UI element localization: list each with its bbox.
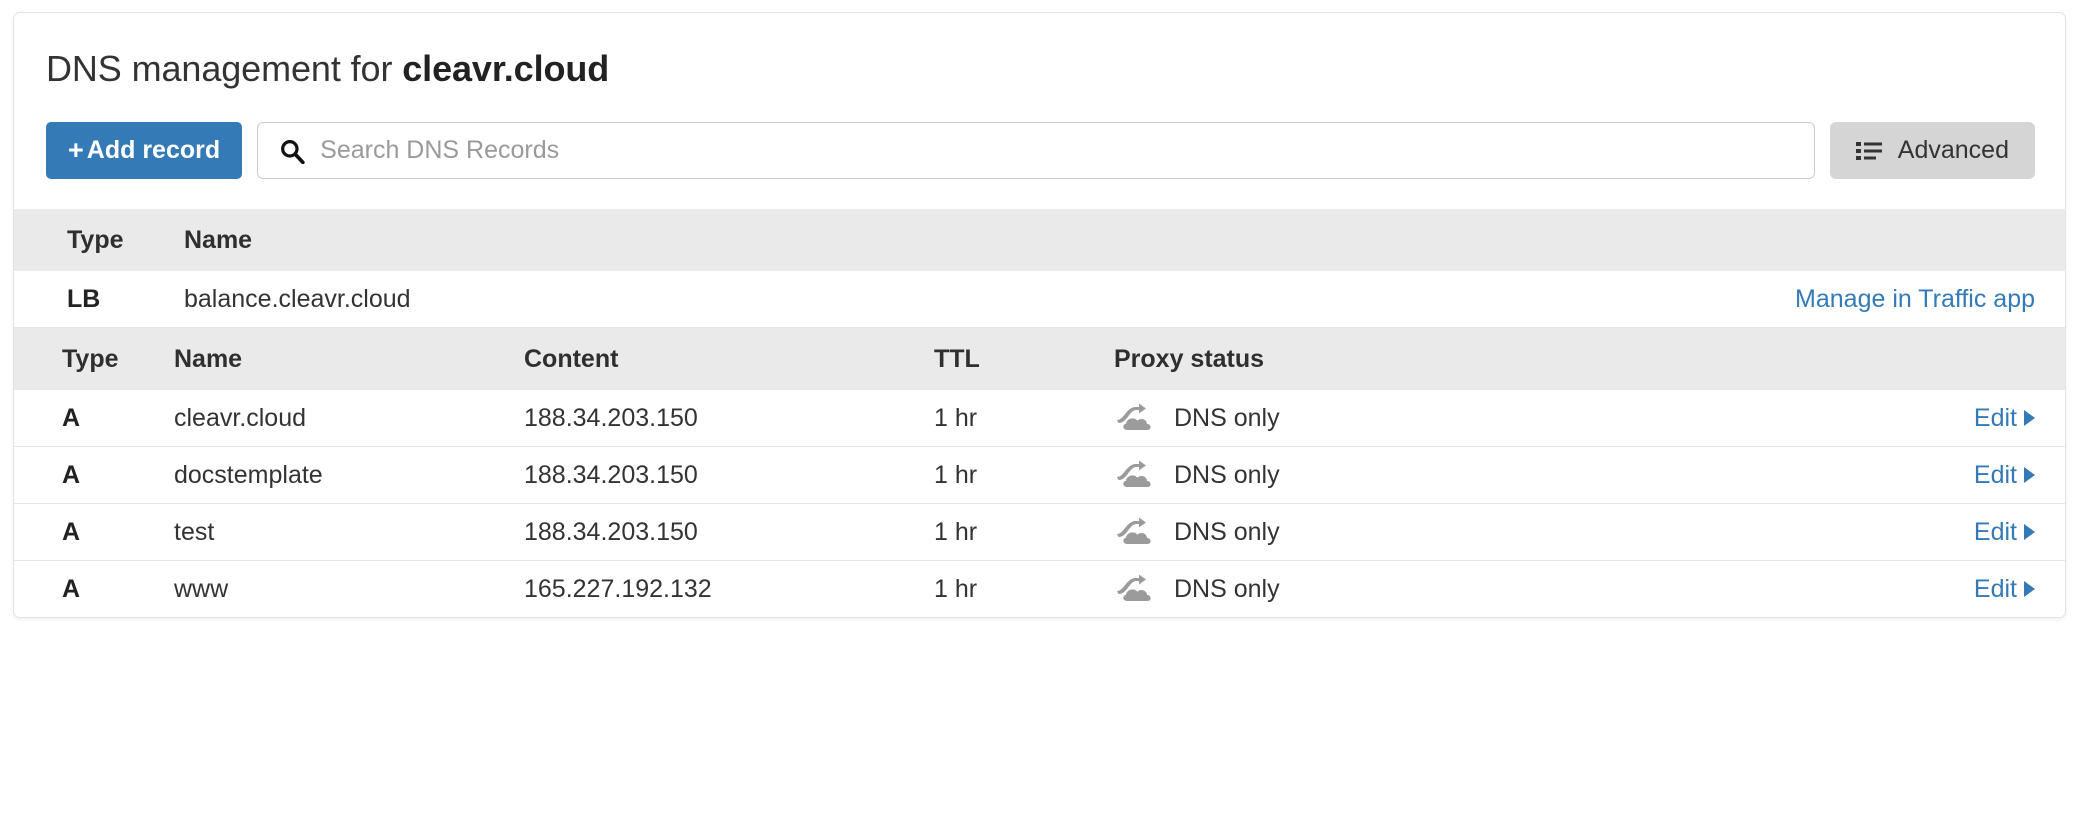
search-field-wrapper	[257, 122, 1815, 179]
cell-type: A	[62, 403, 81, 432]
cell-actions: Edit	[1494, 518, 2065, 547]
column-header-content: Content	[524, 344, 619, 373]
cloud-arrow-icon	[1117, 517, 1151, 544]
cell-proxy-status: DNS only	[1114, 403, 1494, 433]
cloud-arrow-icon	[1117, 403, 1151, 430]
edit-link[interactable]: Edit	[1974, 518, 2035, 547]
records-table-header: Type Name Content TTL Proxy status	[14, 328, 2065, 390]
column-header-ttl: TTL	[934, 344, 980, 373]
cell-type: A	[62, 460, 81, 489]
cell-ttl: 1 hr	[934, 517, 978, 546]
caret-right-icon	[2024, 467, 2035, 483]
cell-name: docstemplate	[174, 460, 323, 489]
edit-link[interactable]: Edit	[1974, 461, 2035, 490]
edit-label: Edit	[1973, 517, 2017, 546]
proxy-status-label: DNS only	[1174, 574, 1280, 603]
table-row: A www 165.227.192.132 1 hr DNS only Edit	[14, 561, 2065, 617]
cell-actions: Edit	[1494, 404, 2065, 433]
lb-column-header-type: Type	[67, 225, 124, 254]
cell-ttl: 1 hr	[934, 574, 978, 603]
caret-right-icon	[2024, 410, 2035, 426]
add-record-button[interactable]: + Add record	[46, 122, 243, 179]
cell-actions: Edit	[1494, 575, 2065, 604]
lb-table-header: Type Name	[14, 209, 2065, 271]
list-icon	[1855, 141, 1882, 160]
cell-proxy-status: DNS only	[1114, 574, 1494, 604]
records-table-body: A cleavr.cloud 188.34.203.150 1 hr DNS o…	[14, 390, 2065, 617]
cell-name: test	[174, 517, 215, 546]
lb-cell-name: balance.cleavr.cloud	[184, 284, 411, 313]
cell-actions: Edit	[1494, 461, 2065, 490]
cell-name: cleavr.cloud	[174, 403, 307, 432]
edit-link[interactable]: Edit	[1974, 575, 2035, 604]
search-input[interactable]	[257, 122, 1815, 179]
cell-ttl: 1 hr	[934, 403, 978, 432]
table-row: A test 188.34.203.150 1 hr DNS only Edit	[14, 504, 2065, 561]
lb-cell-type: LB	[67, 284, 101, 313]
manage-in-traffic-app-link[interactable]: Manage in Traffic app	[1795, 285, 2035, 313]
proxy-status-label: DNS only	[1174, 403, 1280, 432]
cell-proxy-status: DNS only	[1114, 460, 1494, 490]
table-row: A docstemplate 188.34.203.150 1 hr DNS o…	[14, 447, 2065, 504]
advanced-button[interactable]: Advanced	[1829, 122, 2035, 179]
lb-table-row: LB balance.cleavr.cloud Manage in Traffi…	[14, 271, 2065, 328]
plus-icon: +	[68, 135, 84, 165]
column-header-name: Name	[174, 344, 243, 373]
page-title-prefix: DNS management for	[46, 48, 403, 89]
cell-type: A	[62, 517, 81, 546]
cell-name: www	[174, 574, 229, 603]
cell-content: 165.227.192.132	[524, 574, 712, 603]
column-header-proxy-status: Proxy status	[1114, 344, 1265, 373]
edit-label: Edit	[1973, 403, 2017, 432]
toolbar: +Add record Advanced	[14, 90, 2065, 209]
edit-label: Edit	[1973, 574, 2017, 603]
advanced-label: Advanced	[1897, 136, 2009, 164]
edit-link[interactable]: Edit	[1974, 404, 2035, 433]
caret-right-icon	[2024, 524, 2035, 540]
cell-type: A	[62, 574, 81, 603]
caret-right-icon	[2024, 581, 2035, 597]
proxy-status-label: DNS only	[1174, 517, 1280, 546]
cloud-arrow-icon	[1117, 460, 1151, 487]
lb-cell-action: Manage in Traffic app	[1110, 285, 2066, 314]
page-title-domain: cleavr.cloud	[402, 48, 610, 89]
cell-content: 188.34.203.150	[524, 403, 698, 432]
column-header-type: Type	[62, 344, 119, 373]
cell-content: 188.34.203.150	[524, 460, 698, 489]
table-row: A cleavr.cloud 188.34.203.150 1 hr DNS o…	[14, 390, 2065, 447]
cell-proxy-status: DNS only	[1114, 517, 1494, 547]
page-title: DNS management for cleavr.cloud	[14, 13, 2065, 90]
cell-content: 188.34.203.150	[524, 517, 698, 546]
dns-management-card: DNS management for cleavr.cloud + Add rec…	[13, 12, 2066, 618]
add-record-label: Add record	[86, 136, 221, 164]
proxy-status-label: DNS only	[1174, 460, 1280, 489]
edit-label: Edit	[1973, 460, 2017, 489]
cell-ttl: 1 hr	[934, 460, 978, 489]
lb-column-header-name: Name	[184, 225, 253, 254]
cloud-arrow-icon	[1117, 574, 1151, 601]
